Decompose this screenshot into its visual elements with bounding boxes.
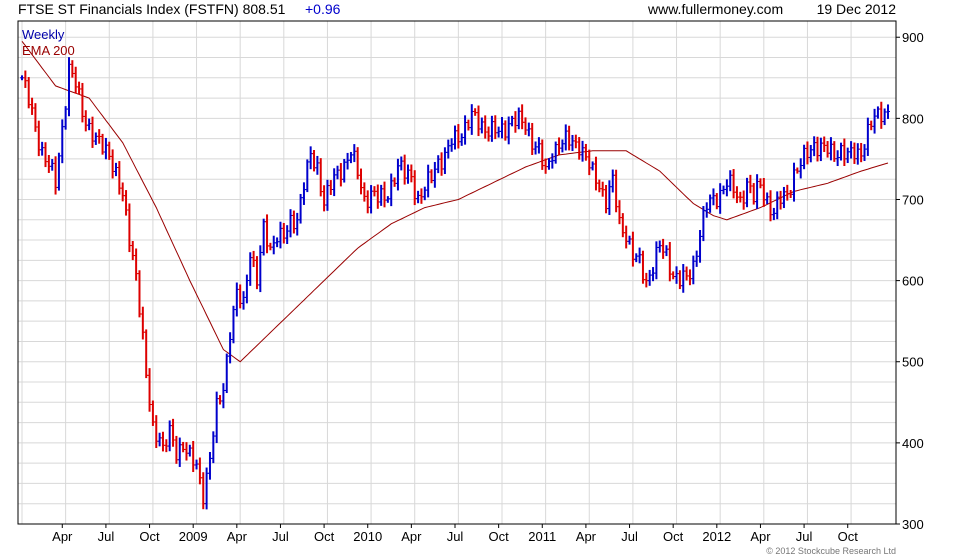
x-tick-label: Jul (272, 529, 289, 544)
x-tick-label: Apr (52, 529, 73, 544)
x-tick-label: Apr (227, 529, 248, 544)
y-tick-label: 900 (902, 30, 924, 45)
price-chart: FTSE ST Financials Index (FSTFN) 808.51 … (0, 0, 980, 560)
x-tick-label: Jul (621, 529, 638, 544)
x-tick-label: Jul (447, 529, 464, 544)
y-tick-label: 500 (902, 355, 924, 370)
copyright: © 2012 Stockcube Research Ltd (766, 546, 896, 556)
legend-ema: EMA 200 (22, 43, 75, 58)
x-tick-label: Oct (838, 529, 859, 544)
chart-background (0, 0, 980, 560)
price-change: +0.96 (305, 1, 341, 17)
x-tick-label: Oct (663, 529, 684, 544)
y-tick-label: 300 (902, 517, 924, 532)
x-tick-label: Apr (576, 529, 597, 544)
x-tick-label: Oct (139, 529, 160, 544)
x-tick-label: Apr (401, 529, 422, 544)
x-tick-label: Oct (314, 529, 335, 544)
chart-date: 19 Dec 2012 (817, 1, 897, 17)
legend-period: Weekly (22, 27, 65, 42)
x-tick-label: Apr (750, 529, 771, 544)
y-tick-label: 700 (902, 192, 924, 207)
y-tick-label: 400 (902, 436, 924, 451)
source-site: www.fullermoney.com (647, 1, 783, 17)
x-tick-label: Jul (796, 529, 813, 544)
chart-title: FTSE ST Financials Index (FSTFN) 808.51 (18, 1, 286, 17)
y-tick-label: 600 (902, 274, 924, 289)
x-tick-label: 2012 (702, 529, 731, 544)
x-tick-label: Jul (98, 529, 115, 544)
y-tick-label: 800 (902, 111, 924, 126)
x-tick-label: 2011 (528, 529, 556, 544)
x-tick-label: Oct (489, 529, 510, 544)
x-tick-label: 2010 (353, 529, 382, 544)
x-tick-label: 2009 (179, 529, 208, 544)
